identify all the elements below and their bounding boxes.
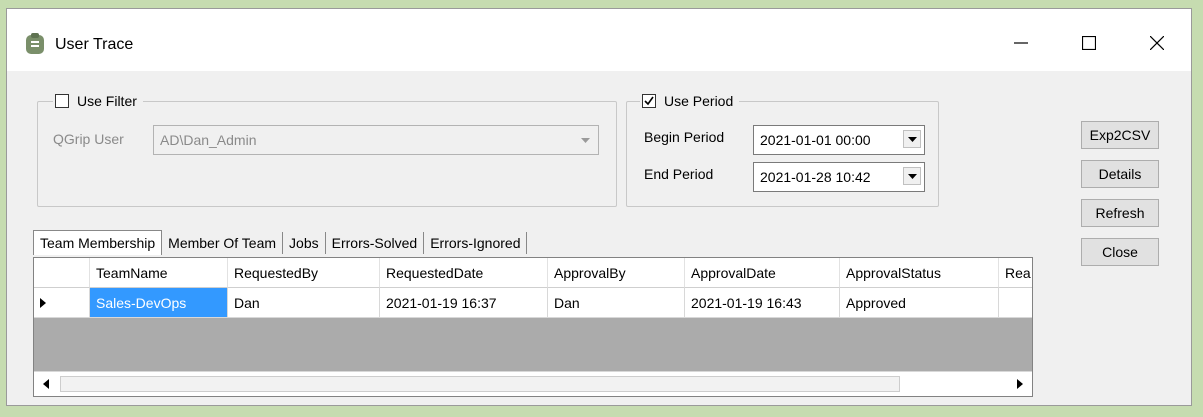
window-title: User Trace [55,36,134,53]
table-cell[interactable]: Dan [228,288,380,318]
title-bar: User Trace [7,9,1191,71]
horizontal-scrollbar[interactable] [34,371,1032,396]
table-cell[interactable]: Dan [548,288,685,318]
table-row[interactable]: Sales-DevOps Dan 2021-01-19 16:37 Dan 20… [34,288,1032,318]
qgrip-user-combo[interactable]: AD\Dan_Admin [153,125,599,155]
begin-period-picker[interactable]: 2021-01-01 00:00 [753,125,925,155]
scroll-left-icon[interactable] [34,372,58,396]
column-header[interactable]: RequestedBy [228,258,380,288]
table-cell[interactable]: 2021-01-19 16:43 [685,288,840,318]
tab-member-of-team[interactable]: Member Of Team [162,232,284,254]
app-icon [25,33,45,55]
table-cell[interactable] [999,288,1032,318]
team-membership-grid[interactable]: TeamName RequestedBy RequestedDate Appro… [33,257,1033,397]
maximize-button[interactable] [1067,23,1111,63]
scrollbar-thumb[interactable] [60,376,900,392]
minimize-button[interactable] [999,23,1043,63]
refresh-button[interactable]: Refresh [1081,199,1159,227]
use-period-checkbox-box[interactable] [642,94,656,108]
user-trace-window: User Trace Use Filter QGrip User AD\Dan_… [6,8,1192,406]
close-icon [1150,36,1164,50]
scroll-right-icon[interactable] [1008,372,1032,396]
table-header-row: TeamName RequestedBy RequestedDate Appro… [34,258,1032,288]
column-header[interactable]: Rea [999,258,1032,288]
end-period-value: 2021-01-28 10:42 [760,169,871,185]
close-button[interactable]: Close [1081,238,1159,266]
end-period-picker[interactable]: 2021-01-28 10:42 [753,162,925,192]
begin-period-label: Begin Period [644,129,725,145]
column-header[interactable]: ApprovalBy [548,258,685,288]
tab-team-membership[interactable]: Team Membership [33,230,163,255]
column-header[interactable]: RequestedDate [380,258,548,288]
table-cell[interactable]: 2021-01-19 16:37 [380,288,548,318]
use-period-checkbox[interactable]: Use Period [640,93,740,109]
column-header[interactable]: ApprovalStatus [840,258,999,288]
tab-jobs[interactable]: Jobs [283,232,326,254]
qgrip-user-value: AD\Dan_Admin [160,132,257,148]
end-period-label: End Period [644,166,714,182]
chevron-down-icon[interactable] [576,131,594,149]
use-filter-checkbox-box[interactable] [55,94,69,108]
chevron-down-icon[interactable] [903,130,921,148]
use-period-label: Use Period [664,93,734,109]
begin-period-value: 2021-01-01 00:00 [760,132,871,148]
tab-strip: Team Membership Member Of Team Jobs Erro… [33,230,528,255]
row-pointer-icon [40,288,46,317]
details-button[interactable]: Details [1081,160,1159,188]
row-header-corner [34,258,90,288]
maximize-icon [1082,36,1096,50]
tab-errors-ignored[interactable]: Errors-Ignored [424,232,528,254]
qgrip-user-label: QGrip User [53,131,124,147]
row-selector[interactable] [34,288,90,318]
close-window-button[interactable] [1135,23,1179,63]
table-cell[interactable]: Sales-DevOps [90,288,228,318]
table-cell[interactable]: Approved [840,288,999,318]
column-header[interactable]: ApprovalDate [685,258,840,288]
use-filter-label: Use Filter [77,93,137,109]
chevron-down-icon[interactable] [903,167,921,185]
column-header[interactable]: TeamName [90,258,228,288]
exp2csv-button[interactable]: Exp2CSV [1081,121,1159,149]
minimize-icon [1014,36,1028,50]
tab-errors-solved[interactable]: Errors-Solved [326,232,425,254]
use-filter-checkbox[interactable]: Use Filter [53,93,143,109]
